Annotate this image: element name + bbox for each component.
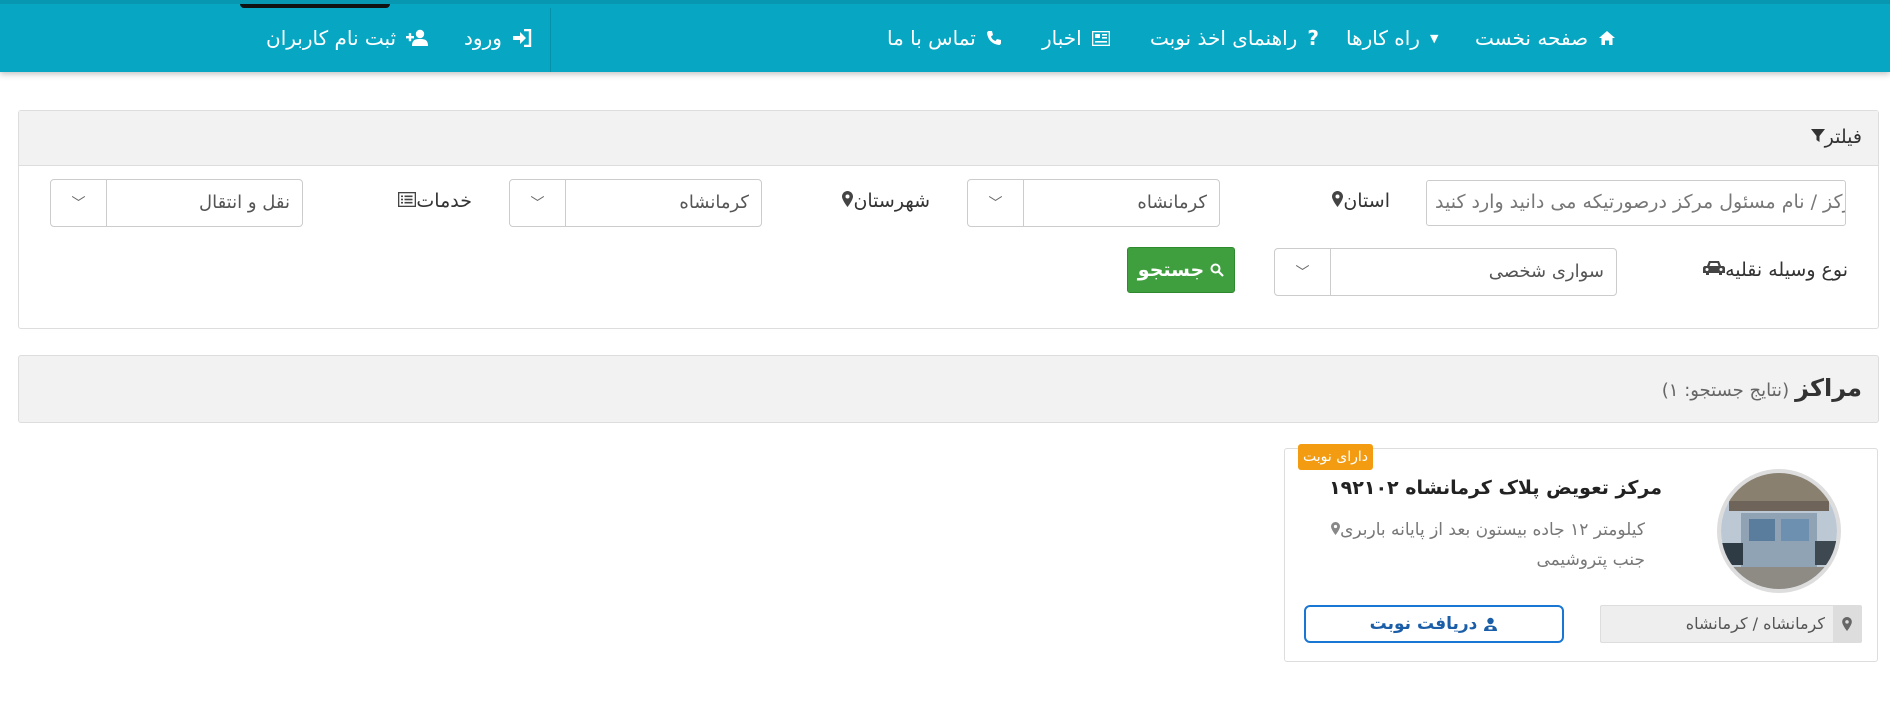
nav-contact-label: تماس با ما (887, 26, 976, 50)
chevron-down-icon: ﹀ (1275, 249, 1331, 295)
map-marker-icon (1331, 515, 1341, 545)
province-label-text: استان (1343, 190, 1390, 212)
results-title: مراکز (1795, 374, 1862, 402)
newspaper-icon (1091, 30, 1110, 46)
center-name[interactable]: مرکز تعویض پلاک کرمانشاه ۱۹۲۱۰۲ (1329, 477, 1662, 499)
map-marker-icon (1833, 606, 1861, 642)
navbar-divider (550, 8, 551, 72)
services-select[interactable]: نقل و انتقال ﹀ (50, 179, 303, 227)
question-icon: ? (1307, 26, 1319, 50)
province-select[interactable]: کرمانشاه ﹀ (967, 179, 1220, 227)
vehicle-label-text: نوع وسیله نقلیه (1725, 259, 1848, 281)
user-ticket-icon (1483, 617, 1498, 632)
nav-contact[interactable]: تماس با ما (887, 22, 1002, 54)
results-header: مراکز (نتایج جستجو: ۱) (1662, 374, 1862, 402)
nav-register[interactable]: ثبت نام کاربران (266, 22, 430, 54)
chevron-down-icon: ﹀ (968, 180, 1024, 226)
logo (240, 4, 390, 8)
chevron-down-icon: ﹀ (510, 180, 566, 226)
search-button-label: جستجو (1137, 259, 1205, 281)
search-icon (1210, 263, 1224, 277)
province-value: کرمانشاه (1137, 192, 1207, 213)
center-photo (1717, 469, 1841, 593)
center-location-text: کرمانشاه / کرمانشاه (1685, 614, 1825, 633)
results-count: (نتایج جستجو: ۱) (1661, 380, 1790, 401)
city-select[interactable]: کرمانشاه ﹀ (509, 179, 762, 227)
center-card: دارای نوبت مرکز تعویض پلاک کرمانشاه ۱۹۲۱… (1284, 444, 1878, 662)
nav-news-label: اخبار (1042, 26, 1082, 50)
vehicle-label: نوع وسیله نقلیه (1697, 259, 1848, 281)
nav-guides[interactable]: راه کارها ▼ (1346, 22, 1438, 54)
city-label: شهرستان (836, 190, 930, 212)
phone-icon (986, 30, 1002, 46)
home-icon (1598, 30, 1616, 46)
services-label-text: خدمات (416, 190, 472, 212)
services-value: نقل و انتقال (199, 192, 290, 213)
vehicle-type-value: سواری شخصی (1488, 261, 1604, 282)
caret-down-icon: ▼ (1429, 31, 1439, 45)
center-location: کرمانشاه / کرمانشاه (1600, 605, 1862, 643)
nav-news[interactable]: اخبار (1042, 22, 1110, 54)
center-search-input[interactable]: کد مرکز / نام مسئول مرکز درصورتیکه می دا… (1426, 180, 1846, 226)
center-address: کیلومتر ۱۲ جاده بیستون بعد از پایانه بار… (1325, 515, 1645, 575)
filter-title-label: فیلتر (1824, 126, 1862, 148)
search-button[interactable]: جستجو (1127, 247, 1235, 293)
user-plus-icon (406, 29, 430, 47)
map-marker-icon (1332, 191, 1344, 211)
get-turn-button[interactable]: دریافت نوبت (1304, 605, 1564, 643)
nav-login-label: ورود (464, 26, 502, 50)
nav-home-label: صفحه نخست (1475, 26, 1589, 50)
nav-register-label: ثبت نام کاربران (266, 26, 397, 50)
services-label: خدمات (392, 190, 472, 212)
sign-in-icon (512, 29, 532, 47)
city-label-text: شهرستان (853, 190, 930, 212)
nav-booking-guide-label: راهنمای اخذ نوبت (1150, 26, 1298, 50)
car-icon (1703, 260, 1726, 280)
chevron-down-icon: ﹀ (51, 180, 107, 226)
nav-booking-guide[interactable]: راهنمای اخذ نوبت ? (1150, 22, 1319, 54)
nav-home[interactable]: صفحه نخست (1475, 22, 1616, 54)
filter-panel-header: فیلتر (19, 111, 1878, 166)
list-alt-icon (398, 191, 417, 211)
availability-badge: دارای نوبت (1298, 444, 1373, 470)
vehicle-type-select[interactable]: سواری شخصی ﹀ (1274, 248, 1617, 296)
results-panel: مراکز (نتایج جستجو: ۱) (18, 355, 1879, 423)
get-turn-button-label: دریافت نوبت (1369, 614, 1478, 634)
center-address-text: کیلومتر ۱۲ جاده بیستون بعد از پایانه بار… (1340, 520, 1645, 570)
city-value: کرمانشاه (679, 192, 749, 213)
province-label: استان (1326, 190, 1390, 212)
top-navbar: صفحه نخست راه کارها ▼ راهنمای اخذ نوبت ?… (0, 0, 1890, 72)
nav-login[interactable]: ورود (464, 22, 532, 54)
map-marker-icon (842, 191, 854, 211)
filter-icon (1810, 128, 1825, 147)
filter-title[interactable]: فیلتر (1801, 126, 1862, 148)
nav-guides-label: راه کارها (1346, 26, 1420, 50)
